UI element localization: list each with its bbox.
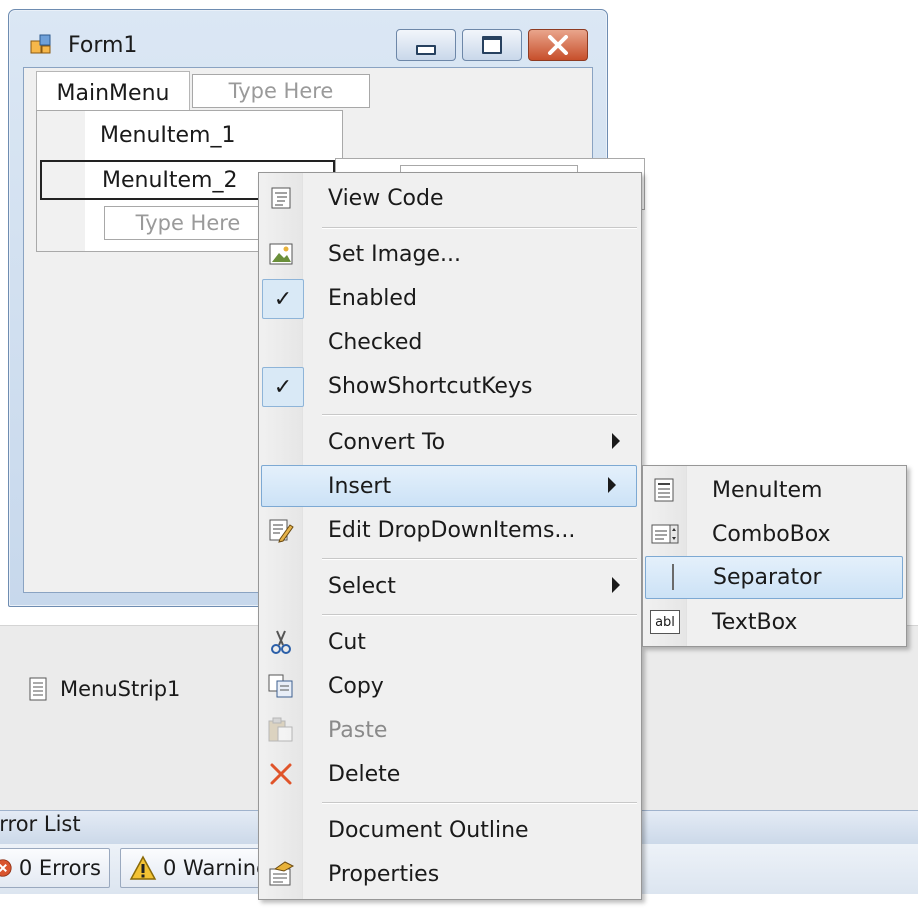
maximize-icon: [482, 36, 502, 54]
mainmenu-label: MainMenu: [56, 81, 170, 106]
menu-item-convert-to[interactable]: Convert To: [260, 422, 640, 462]
submenu-item-combobox[interactable]: ComboBox: [644, 514, 905, 554]
combobox-icon: [650, 520, 680, 548]
document-outline-label: Document Outline: [328, 817, 529, 843]
menustrip-icon: [29, 677, 47, 701]
menu-item-document-outline[interactable]: Document Outline: [260, 810, 640, 850]
form-title: Form1: [68, 33, 138, 58]
properties-label: Properties: [328, 861, 440, 887]
edit-dropdown-items-label: Edit DropDownItems...: [328, 517, 576, 543]
errors-label: 0 Errors: [18, 856, 101, 880]
copy-label: Copy: [328, 673, 384, 699]
scissors-icon: [266, 628, 296, 656]
menu-item-insert[interactable]: Insert: [261, 465, 637, 507]
submenu-arrow-icon: [612, 577, 620, 593]
submenu-item-menuitem[interactable]: MenuItem: [644, 470, 905, 510]
warning-icon: [129, 855, 157, 880]
menu-item-checked[interactable]: Checked: [260, 322, 640, 362]
tray-item-menustrip[interactable]: MenuStrip1: [28, 675, 180, 703]
view-code-label: View Code: [328, 185, 444, 211]
maximize-button[interactable]: [462, 29, 522, 61]
menuitem-icon: [650, 476, 680, 504]
textbox-icon: abl: [650, 608, 680, 636]
cut-label: Cut: [328, 629, 366, 655]
show-shortcut-keys-check-icon: ✓: [262, 367, 304, 407]
show-shortcut-keys-label: ShowShortcutKeys: [328, 373, 533, 399]
menu-item-edit-dropdown-items[interactable]: Edit DropDownItems...: [260, 510, 640, 550]
select-label: Select: [328, 573, 396, 599]
menu-item-show-shortcut-keys[interactable]: ✓ ShowShortcutKeys: [260, 366, 640, 407]
set-image-label: Set Image...: [328, 241, 461, 267]
tray-item-label: MenuStrip1: [60, 677, 181, 701]
checked-label: Checked: [328, 329, 423, 355]
separator-icon: [652, 563, 682, 591]
copy-icon: [266, 672, 296, 700]
form-icon: [30, 33, 54, 55]
separator-label: Separator: [713, 565, 822, 590]
minimize-button[interactable]: [396, 29, 456, 61]
errors-filter-button[interactable]: 0 Errors: [0, 848, 110, 888]
enabled-check-icon: ✓: [262, 279, 304, 319]
menu-item-paste: Paste: [260, 710, 640, 750]
menu-item-set-image[interactable]: Set Image...: [260, 234, 640, 274]
enabled-label: Enabled: [328, 285, 417, 311]
context-menu-separator: [322, 614, 637, 616]
context-menu-separator: [322, 227, 637, 229]
menu-item-select[interactable]: Select: [260, 566, 640, 606]
submenu-arrow-icon: [612, 433, 620, 449]
paste-icon: [266, 716, 296, 744]
close-button[interactable]: [528, 29, 588, 61]
error-list-title: Error List: [0, 812, 81, 836]
close-icon: [548, 35, 568, 55]
menuitem-2-label: MenuItem_2: [102, 167, 238, 193]
delete-label: Delete: [328, 761, 401, 787]
menu-item-enabled[interactable]: ✓ Enabled: [260, 278, 640, 319]
set-image-icon: [266, 240, 296, 268]
error-icon: [0, 859, 12, 877]
view-code-icon: [266, 184, 296, 212]
convert-to-label: Convert To: [328, 429, 446, 455]
menuitem-1-label: MenuItem_1: [100, 122, 236, 148]
menu-item-copy[interactable]: Copy: [260, 666, 640, 706]
menu-item-properties[interactable]: Properties: [260, 854, 640, 894]
menu-item-cut[interactable]: Cut: [260, 622, 640, 662]
properties-icon: [266, 860, 296, 888]
submenu-item-textbox[interactable]: abl TextBox: [644, 602, 905, 642]
submenu-item-separator[interactable]: Separator: [645, 556, 903, 599]
menu-item-mainmenu[interactable]: MainMenu: [36, 71, 190, 115]
minimize-icon: [416, 45, 436, 55]
menu-item-view-code[interactable]: View Code: [260, 178, 640, 218]
combobox-label: ComboBox: [712, 521, 831, 547]
menu-item-delete[interactable]: Delete: [260, 754, 640, 794]
context-menu-separator: [322, 802, 637, 804]
edit-items-icon: [266, 516, 296, 544]
submenu-arrow-icon: [608, 477, 616, 493]
paste-label: Paste: [328, 717, 388, 743]
insert-label: Insert: [328, 473, 392, 499]
textbox-icon-text: abl: [650, 610, 680, 634]
menu-type-here-input[interactable]: Type Here: [192, 74, 370, 108]
context-menu-separator: [322, 558, 637, 560]
delete-icon: [266, 760, 296, 788]
textbox-label: TextBox: [712, 609, 798, 635]
context-menu-separator: [322, 414, 637, 416]
menuitem-label: MenuItem: [712, 477, 823, 503]
dropdown-item-menuitem-1[interactable]: MenuItem_1: [40, 115, 335, 155]
dropdown-type-here-input[interactable]: Type Here: [104, 206, 272, 240]
